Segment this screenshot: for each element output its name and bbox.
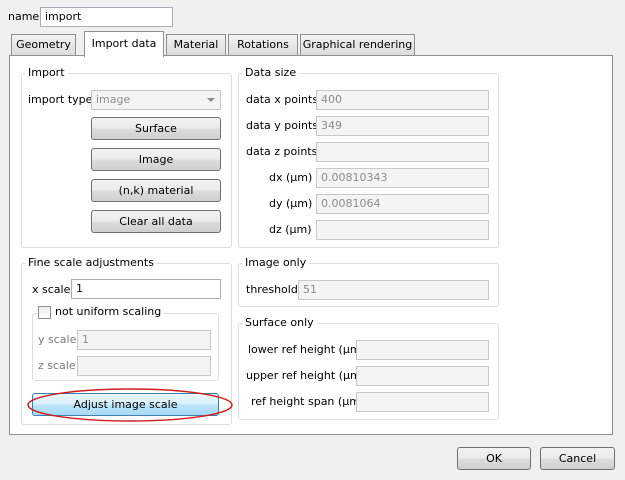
tab-graphical-rendering[interactable]: Graphical rendering [300,34,415,56]
lower-ref-height-field[interactable] [356,340,489,360]
y-scale-label: y scale [38,333,77,346]
surface-only-group-title: Surface only [242,316,317,330]
data-z-points-label: data z points [246,145,318,158]
data-y-points-label: data y points [246,119,319,132]
surface-button[interactable]: Surface [91,117,221,140]
chevron-down-icon [207,98,215,102]
tab-import-data[interactable]: Import data [84,31,164,57]
upper-ref-height-label: upper ref height (µm) [246,369,365,382]
ok-button[interactable]: OK [457,447,531,470]
dz-field[interactable] [316,220,489,240]
lower-ref-height-label: lower ref height (µm) [248,343,365,356]
z-scale-input[interactable] [77,356,211,376]
import-type-select[interactable]: image [91,90,221,110]
dz-label: dz (µm) [269,223,312,236]
y-scale-input[interactable]: 1 [77,330,211,350]
threshold-label: threshold [246,283,298,296]
ref-height-span-field[interactable] [356,392,489,412]
data-x-points-label: data x points [246,93,319,106]
not-uniform-scaling-checkbox[interactable] [38,306,51,319]
data-x-points-field[interactable]: 400 [316,90,489,110]
import-data-panel: Import import type image Surface Image (… [9,55,613,435]
x-scale-label: x scale [32,283,71,296]
dy-field[interactable]: 0.0081064 [316,194,489,214]
tab-rotations[interactable]: Rotations [228,34,298,56]
image-button[interactable]: Image [91,148,221,171]
import-type-label: import type [28,93,93,106]
image-only-group-title: Image only [242,256,310,270]
import-group-title: Import [25,66,68,80]
tab-material[interactable]: Material [166,34,226,56]
cancel-button[interactable]: Cancel [540,447,615,470]
data-y-points-field[interactable]: 349 [316,116,489,136]
ref-height-span-label: ref height span (µm) [251,395,365,408]
fine-scale-group-title: Fine scale adjustments [25,256,157,270]
nk-material-button[interactable]: (n,k) material [91,179,221,202]
not-uniform-scaling-label: not uniform scaling [52,305,165,319]
highlight-ring [27,388,233,422]
data-size-group-title: Data size [242,66,300,80]
dy-label: dy (µm) [269,197,313,210]
z-scale-label: z scale [38,359,76,372]
tab-geometry[interactable]: Geometry [11,34,76,56]
name-label: name [8,10,40,23]
threshold-field[interactable]: 51 [298,280,489,300]
dx-field[interactable]: 0.00810343 [316,168,489,188]
x-scale-input[interactable]: 1 [71,279,221,299]
clear-all-data-button[interactable]: Clear all data [91,210,221,233]
data-z-points-field[interactable] [316,142,489,162]
name-input[interactable]: import [40,7,173,27]
dx-label: dx (µm) [269,171,313,184]
upper-ref-height-field[interactable] [356,366,489,386]
